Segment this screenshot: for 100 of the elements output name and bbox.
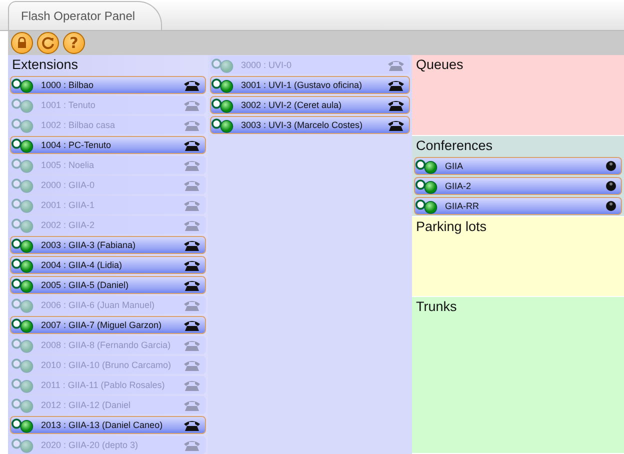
extension-label: 2002 : GIIA-2: [41, 220, 96, 230]
presence-icon: [11, 198, 35, 212]
presence-icon: [211, 98, 235, 112]
section-title: Extensions: [11, 56, 80, 74]
presence-icon: [11, 258, 35, 272]
extension-label: 2020 : GIIA-20 (depto 3): [41, 440, 140, 450]
extension-label: 2010 : GIIA-10 (Bruno Carcamo): [41, 360, 172, 370]
extension-row[interactable]: 2007 : GIIA-7 (Miguel Garzon): [10, 316, 206, 334]
extension-label: 2008 : GIIA-8 (Fernando Garcia): [41, 340, 172, 350]
extension-label: 2001 : GIIA-1: [41, 200, 96, 210]
refresh-icon: [41, 36, 55, 50]
presence-icon: [415, 158, 439, 174]
extension-label: 2013 : GIIA-13 (Daniel Caneo): [41, 420, 164, 430]
presence-icon: [11, 398, 35, 412]
phone-icon: [183, 398, 201, 412]
lock-button[interactable]: [11, 32, 33, 54]
phone-icon: [387, 118, 405, 132]
tab[interactable]: Flash Operator Panel: [8, 1, 162, 30]
presence-icon: [11, 118, 35, 132]
extension-label: 2011 : GIIA-11 (Pablo Rosales): [41, 380, 166, 390]
extension-label: 1005 : Noelia: [41, 160, 96, 170]
help-button[interactable]: ?: [63, 32, 85, 54]
phone-icon: [183, 118, 201, 132]
presence-icon: [11, 358, 35, 372]
phone-icon: [183, 238, 201, 252]
presence-icon: [11, 418, 35, 432]
extension-label: 1004 : PC-Tenuto: [41, 140, 112, 150]
phone-icon: [183, 98, 201, 112]
phone-icon: [183, 198, 201, 212]
extension-row[interactable]: 3002 : UVI-2 (Ceret aula): [210, 96, 410, 114]
phone-icon: [183, 138, 201, 152]
presence-icon: [11, 278, 35, 292]
presence-icon: [211, 58, 235, 72]
extension-label: GIIA-RR: [445, 201, 480, 211]
extension-label: 1001 : Tenuto: [41, 100, 96, 110]
phone-icon: [183, 318, 201, 332]
phone-icon: [387, 98, 405, 112]
section-title: Parking lots: [415, 218, 488, 236]
extension-label: 2000 : GIIA-0: [41, 180, 96, 190]
phone-icon: [183, 378, 201, 392]
conference-row[interactable]: GIIA: [414, 157, 622, 175]
extension-row[interactable]: 3001 : UVI-1 (Gustavo oficina): [210, 76, 410, 94]
phone-icon: [183, 438, 201, 452]
extension-label: GIIA-2: [445, 181, 472, 191]
extension-row[interactable]: 2003 : GIIA-3 (Fabiana): [10, 236, 206, 254]
extension-label: 2006 : GIIA-6 (Juan Manuel): [41, 300, 156, 310]
phone-icon: [183, 78, 201, 92]
refresh-button[interactable]: [37, 32, 59, 54]
extension-label: 2005 : GIIA-5 (Daniel): [41, 280, 130, 290]
extension-label: GIIA: [445, 161, 464, 171]
conference-row[interactable]: GIIA-RR: [414, 197, 622, 215]
presence-icon: [11, 378, 35, 392]
presence-icon: [11, 158, 35, 172]
presence-icon: [11, 98, 35, 112]
phone-icon: [183, 298, 201, 312]
section-title: Trunks: [415, 298, 458, 316]
conference-row[interactable]: GIIA-2: [414, 177, 622, 195]
extension-label: 3002 : UVI-2 (Ceret aula): [241, 100, 343, 110]
lock-icon: [16, 37, 28, 49]
presence-icon: [11, 438, 35, 452]
extension-label: 3001 : UVI-1 (Gustavo oficina): [241, 80, 364, 90]
extension-label: 2004 : GIIA-4 (Lidia): [41, 260, 124, 270]
presence-icon: [11, 78, 35, 92]
phone-icon: [183, 158, 201, 172]
conference-icon: [605, 180, 617, 192]
phone-icon: [183, 178, 201, 192]
phone-icon: [387, 58, 405, 72]
extension-row[interactable]: 1004 : PC-Tenuto: [10, 136, 206, 154]
presence-icon: [11, 138, 35, 152]
presence-icon: [11, 318, 35, 332]
extension-label: 3003 : UVI-3 (Marcelo Costes): [241, 120, 364, 130]
presence-icon: [211, 78, 235, 92]
phone-icon: [183, 358, 201, 372]
conference-icon: [605, 160, 617, 172]
extension-label: 1000 : Bilbao: [41, 80, 95, 90]
presence-icon: [11, 218, 35, 232]
phone-icon: [183, 218, 201, 232]
phone-icon: [387, 78, 405, 92]
presence-icon: [415, 178, 439, 194]
extension-label: 3000 : UVI-0: [241, 60, 293, 70]
presence-icon: [11, 238, 35, 252]
phone-icon: [183, 278, 201, 292]
extension-label: 2012 : GIIA-12 (Daniel: [41, 400, 132, 410]
presence-icon: [415, 198, 439, 214]
extension-row[interactable]: 2005 : GIIA-5 (Daniel): [10, 276, 206, 294]
presence-icon: [11, 298, 35, 312]
extension-row[interactable]: 2013 : GIIA-13 (Daniel Caneo): [10, 416, 206, 434]
phone-icon: [183, 418, 201, 432]
extension-label: 2003 : GIIA-3 (Fabiana): [41, 240, 137, 250]
section-title: Conferences: [415, 137, 494, 155]
conference-icon: [605, 200, 617, 212]
extension-label: 2007 : GIIA-7 (Miguel Garzon): [41, 320, 163, 330]
phone-icon: [183, 338, 201, 352]
phone-icon: [183, 258, 201, 272]
extension-row[interactable]: 1000 : Bilbao: [10, 76, 206, 94]
extension-row[interactable]: 3003 : UVI-3 (Marcelo Costes): [210, 116, 410, 134]
extension-row[interactable]: 2004 : GIIA-4 (Lidia): [10, 256, 206, 274]
presence-icon: [211, 118, 235, 132]
presence-icon: [11, 178, 35, 192]
section-title: Queues: [415, 56, 464, 74]
